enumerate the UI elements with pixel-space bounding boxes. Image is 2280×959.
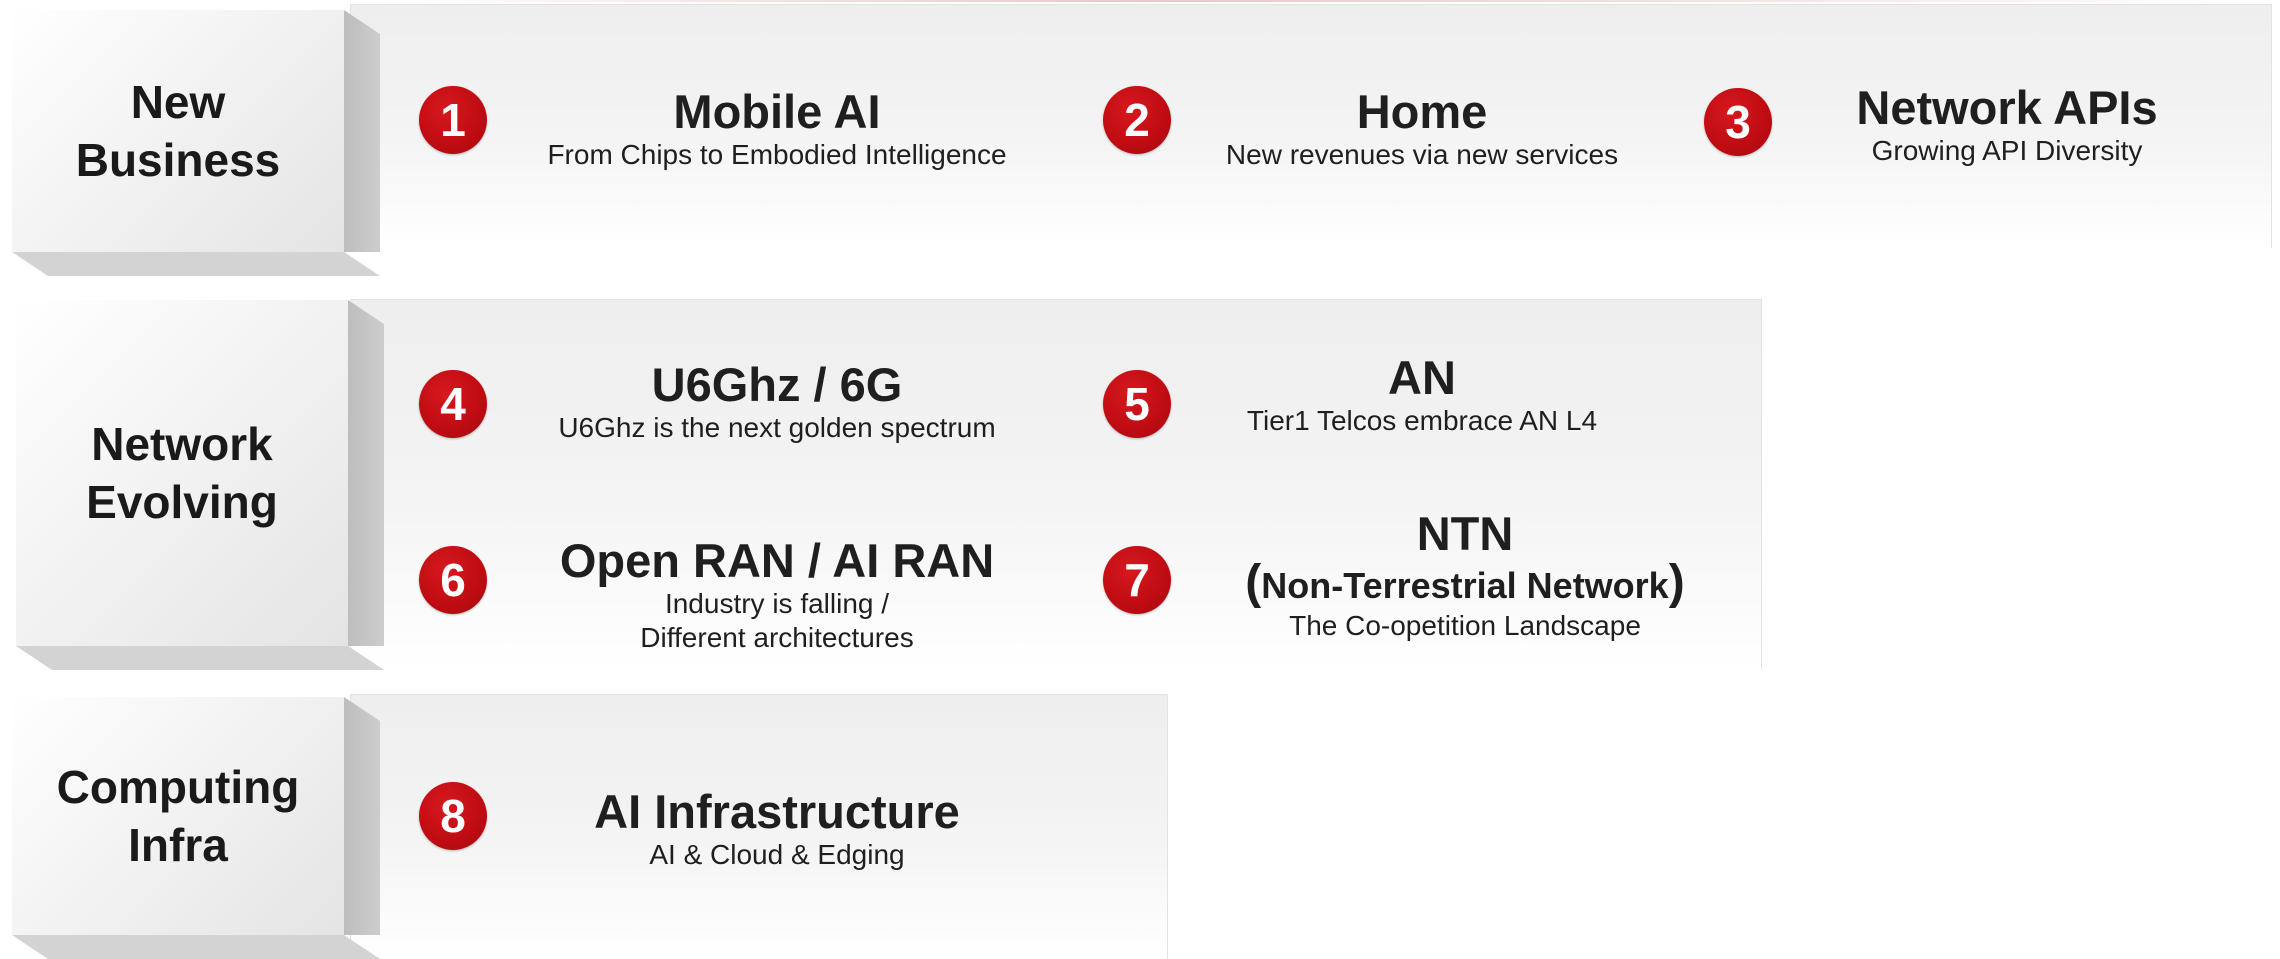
item-subtitle-line2: Different architectures	[640, 622, 914, 653]
item-subtitle: U6Ghz is the next golden spectrum	[558, 412, 996, 443]
category-label-line1: New	[130, 76, 226, 128]
item-ntn: NTN (Non-Terrestrial Network) The Co-ope…	[1245, 508, 1684, 643]
cube-side	[348, 300, 384, 646]
item-subtitle: Growing API Diversity	[1871, 135, 2143, 166]
category-label-line1: Network	[91, 418, 273, 470]
category-computing-infra: Computing Infra	[12, 697, 380, 959]
item-an: AN Tier1 Telcos embrace AN L4	[1247, 352, 1597, 438]
item-home: Home New revenues via new services	[1226, 86, 1618, 172]
category-label-line2: Evolving	[86, 476, 278, 528]
item-subtitle: AI & Cloud & Edging	[649, 839, 905, 870]
number-badge-3: 3	[1704, 88, 1772, 156]
item-subtitle: The Co-opetition Landscape	[1289, 610, 1641, 641]
number-badge-5: 5	[1103, 370, 1171, 438]
item-title: NTN	[1416, 507, 1514, 560]
item-title: Network APIs	[1856, 81, 2158, 134]
number-badge-6: 6	[419, 546, 487, 614]
cube-side	[344, 10, 380, 252]
item-subtitle: From Chips to Embodied Intelligence	[547, 139, 1007, 170]
number-badge-7: 7	[1103, 546, 1171, 614]
number-badge-1: 1	[419, 86, 487, 154]
cube-side	[344, 697, 380, 935]
category-label: New Business	[12, 10, 344, 252]
item-title: Mobile AI	[673, 85, 881, 138]
item-title: AN	[1388, 351, 1456, 404]
category-label: Network Evolving	[16, 300, 348, 646]
top-accent-line	[380, 0, 2280, 2]
category-label-line1: Computing	[56, 761, 300, 813]
number-badge-8: 8	[419, 782, 487, 850]
item-network-apis: Network APIs Growing API Diversity	[1856, 82, 2157, 168]
item-open-ran-ai-ran: Open RAN / AI RAN Industry is falling / …	[560, 535, 994, 655]
item-subtitle-line1: Industry is falling /	[664, 588, 890, 619]
item-u6ghz-6g: U6Ghz / 6G U6Ghz is the next golden spec…	[558, 359, 995, 445]
item-title-line2: (Non-Terrestrial Network)	[1245, 559, 1684, 609]
category-network-evolving: Network Evolving	[16, 300, 384, 670]
item-title: AI Infrastructure	[594, 785, 960, 838]
category-label-line2: Business	[75, 134, 281, 186]
item-title: Home	[1356, 85, 1488, 138]
item-mobile-ai: Mobile AI From Chips to Embodied Intelli…	[547, 86, 1006, 172]
item-ai-infrastructure: AI Infrastructure AI & Cloud & Edging	[594, 786, 960, 872]
item-subtitle: New revenues via new services	[1225, 139, 1619, 170]
category-new-business: New Business	[12, 10, 380, 276]
number-badge-4: 4	[419, 370, 487, 438]
number-badge-2: 2	[1103, 86, 1171, 154]
close-paren: )	[1668, 556, 1685, 609]
category-label-line2: Infra	[128, 819, 228, 871]
open-paren: (	[1245, 556, 1262, 609]
item-subtitle: Tier1 Telcos embrace AN L4	[1246, 405, 1598, 436]
item-title: U6Ghz / 6G	[651, 358, 903, 411]
item-title: Open RAN / AI RAN	[559, 534, 995, 587]
cube-bottom	[12, 935, 380, 959]
cube-bottom	[12, 252, 380, 276]
cube-bottom	[16, 646, 384, 670]
item-title-line2-text: Non-Terrestrial Network	[1261, 565, 1669, 606]
category-label: Computing Infra	[12, 697, 344, 935]
